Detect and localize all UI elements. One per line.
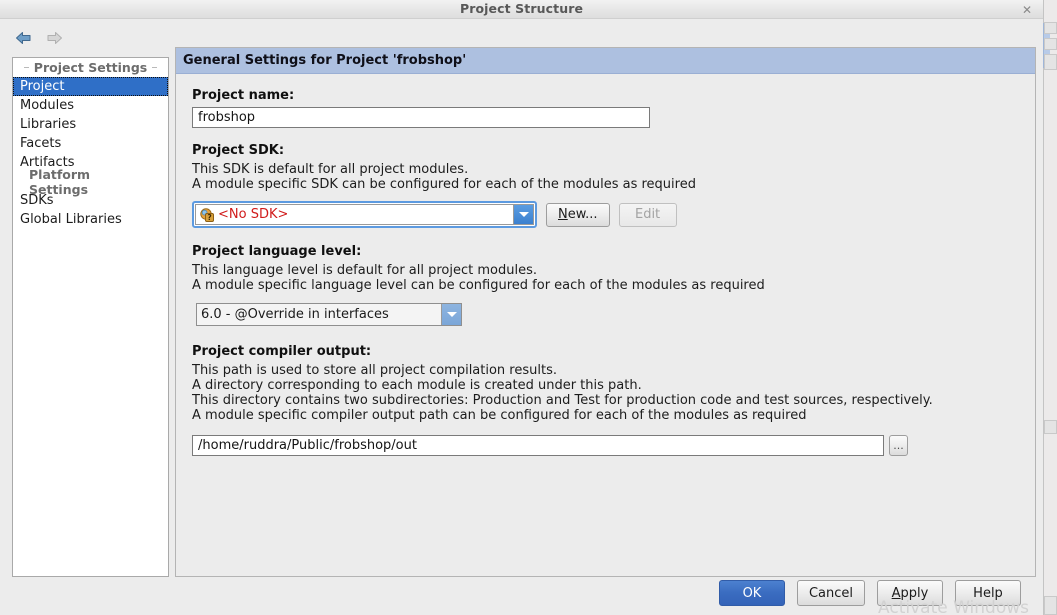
language-level-label: Project language level: [192, 244, 362, 259]
svg-text:?: ? [207, 213, 211, 222]
sidebar-group-label: Platform Settings [29, 166, 91, 197]
back-arrow-icon[interactable] [14, 29, 34, 47]
background-strip-row-1 [1044, 22, 1057, 34]
project-sdk-value: <No SDK> [218, 207, 289, 222]
background-window-strip [1043, 0, 1057, 615]
ok-button[interactable]: OK [718, 580, 785, 606]
settings-tree-sidebar[interactable]: Project Settings Project Modules Librari… [12, 57, 169, 577]
sidebar-item-libraries[interactable]: Libraries [13, 115, 168, 134]
chevron-down-icon [518, 212, 529, 217]
sidebar-group-header-project-settings: Project Settings [13, 58, 168, 77]
compiler-output-desc-1: This path is used to store all project c… [192, 363, 557, 378]
project-sdk-combobox[interactable]: ? <No SDK> [192, 201, 537, 228]
window-titlebar: Project Structure ✕ [0, 0, 1043, 19]
edit-sdk-button: Edit [618, 202, 677, 227]
sidebar-item-modules[interactable]: Modules [13, 96, 168, 115]
project-sdk-desc-2: A module specific SDK can be configured … [192, 177, 696, 192]
language-level-controls: 6.0 - @Override in interfaces [192, 303, 1019, 326]
background-strip-row-2 [1044, 38, 1057, 50]
compiler-output-desc-4: A module specific compiler output path c… [192, 408, 807, 423]
compiler-output-label: Project compiler output: [192, 344, 372, 359]
background-strip-row-3 [1044, 54, 1057, 70]
apply-button-label: pply [900, 585, 929, 601]
panel-content: Project name: frobshop Project SDK: This… [176, 74, 1035, 456]
cancel-button[interactable]: Cancel [796, 580, 865, 606]
sidebar-item-global-libraries[interactable]: Global Libraries [13, 210, 168, 229]
sidebar-group-label: Project Settings [33, 60, 148, 75]
project-sdk-controls: ? <No SDK> New... Edit [192, 201, 1019, 228]
project-sdk-dropdown-arrow[interactable] [513, 205, 533, 224]
compiler-output-desc-2: A directory corresponding to each module… [192, 378, 642, 393]
language-level-combobox[interactable]: 6.0 - @Override in interfaces [196, 303, 462, 326]
compiler-output-browse-button[interactable]: ... [889, 435, 908, 456]
project-sdk-combobox-inner[interactable]: ? <No SDK> [195, 204, 534, 225]
project-structure-dialog: Project Structure ✕ Project Settings Pro… [0, 0, 1057, 615]
project-sdk-value-area: ? <No SDK> [196, 205, 513, 224]
apply-button-mnemonic: A [891, 585, 901, 601]
forward-arrow-icon [47, 32, 62, 44]
section-compiler-output: Project compiler output: This path is us… [192, 344, 1019, 456]
new-sdk-button-mnemonic: N [558, 207, 568, 222]
background-strip-row-5 [1044, 596, 1057, 615]
project-name-value: frobshop [198, 110, 256, 125]
window-title: Project Structure [459, 1, 584, 16]
dialog-body: Project Settings Project Modules Librari… [0, 19, 1043, 615]
apply-button[interactable]: Apply [877, 580, 943, 606]
new-sdk-button[interactable]: New... [546, 202, 610, 227]
language-level-value: 6.0 - @Override in interfaces [201, 307, 389, 322]
background-strip-row-4 [1044, 420, 1057, 434]
project-name-label: Project name: [192, 88, 295, 103]
compiler-output-desc-3: This directory contains two subdirectori… [192, 393, 933, 408]
section-language-level: Project language level: This language le… [192, 244, 1019, 326]
group-rule-right [152, 67, 158, 68]
dialog-footer: OK Cancel Apply Help [0, 571, 1043, 615]
new-sdk-button-label: ew... [567, 207, 598, 222]
project-sdk-desc-1: This SDK is default for all project modu… [192, 162, 469, 177]
group-rule-left [24, 67, 29, 68]
sidebar-item-project[interactable]: Project [13, 77, 168, 96]
chevron-down-icon [446, 312, 457, 317]
panel-header-title: General Settings for Project 'frobshop' [176, 48, 1035, 74]
project-sdk-label: Project SDK: [192, 143, 285, 158]
language-level-value-area: 6.0 - @Override in interfaces [197, 304, 441, 325]
language-level-dropdown-arrow[interactable] [441, 304, 461, 325]
help-button[interactable]: Help [955, 580, 1021, 606]
navigation-bar [14, 27, 134, 49]
compiler-output-value: /home/ruddra/Public/frobshop/out [198, 438, 417, 453]
language-level-desc-2: A module specific language level can be … [192, 278, 765, 293]
compiler-output-controls: /home/ruddra/Public/frobshop/out ... [192, 435, 1019, 456]
sdk-unknown-icon: ? [200, 207, 214, 222]
compiler-output-input[interactable]: /home/ruddra/Public/frobshop/out [192, 435, 884, 456]
general-settings-panel: General Settings for Project 'frobshop' … [175, 47, 1036, 577]
section-project-name: Project name: frobshop [192, 88, 1019, 128]
close-icon[interactable]: ✕ [1019, 2, 1035, 17]
sidebar-item-facets[interactable]: Facets [13, 134, 168, 153]
project-name-input[interactable]: frobshop [192, 107, 650, 128]
section-project-sdk: Project SDK: This SDK is default for all… [192, 143, 1019, 228]
language-level-desc-1: This language level is default for all p… [192, 263, 537, 278]
sidebar-group-header-platform-settings: Platform Settings [13, 167, 168, 197]
